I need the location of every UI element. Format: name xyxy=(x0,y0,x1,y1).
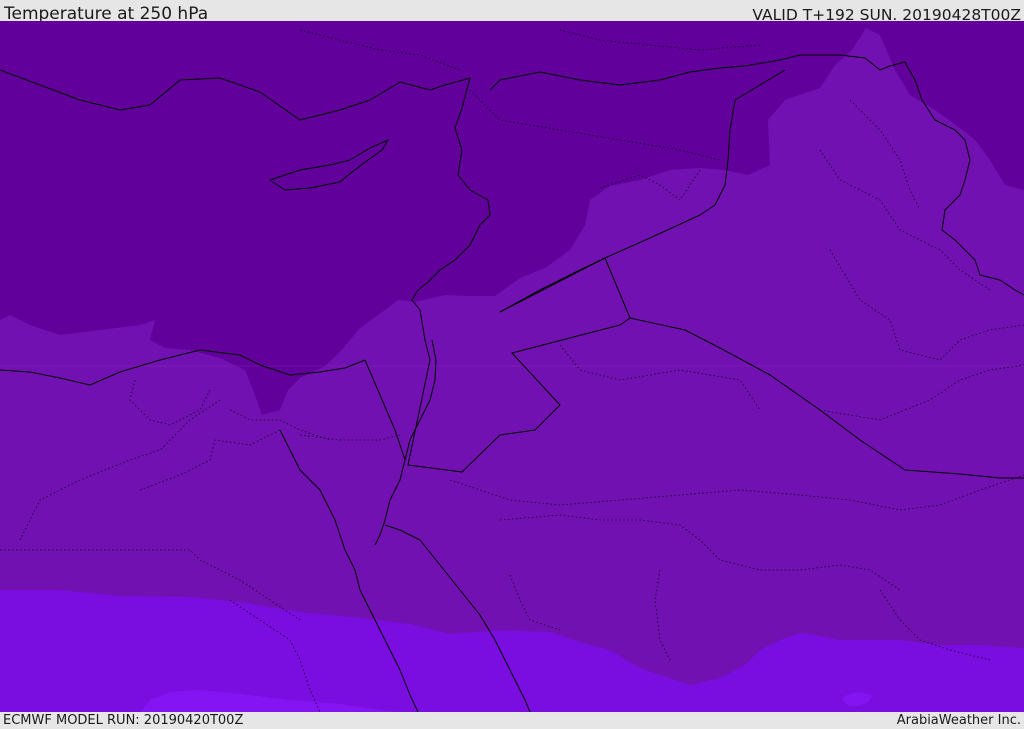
header-bar: Temperature at 250 hPa VALID T+192 SUN. … xyxy=(0,0,1024,24)
footer-bar: ECMWF MODEL RUN: 20190420T00Z ArabiaWeat… xyxy=(0,712,1024,729)
map-area[interactable] xyxy=(0,21,1024,712)
model-run-label: ECMWF MODEL RUN: 20190420T00Z xyxy=(3,713,244,728)
credit-label: ArabiaWeather Inc. xyxy=(896,713,1021,728)
map-canvas xyxy=(0,21,1024,712)
